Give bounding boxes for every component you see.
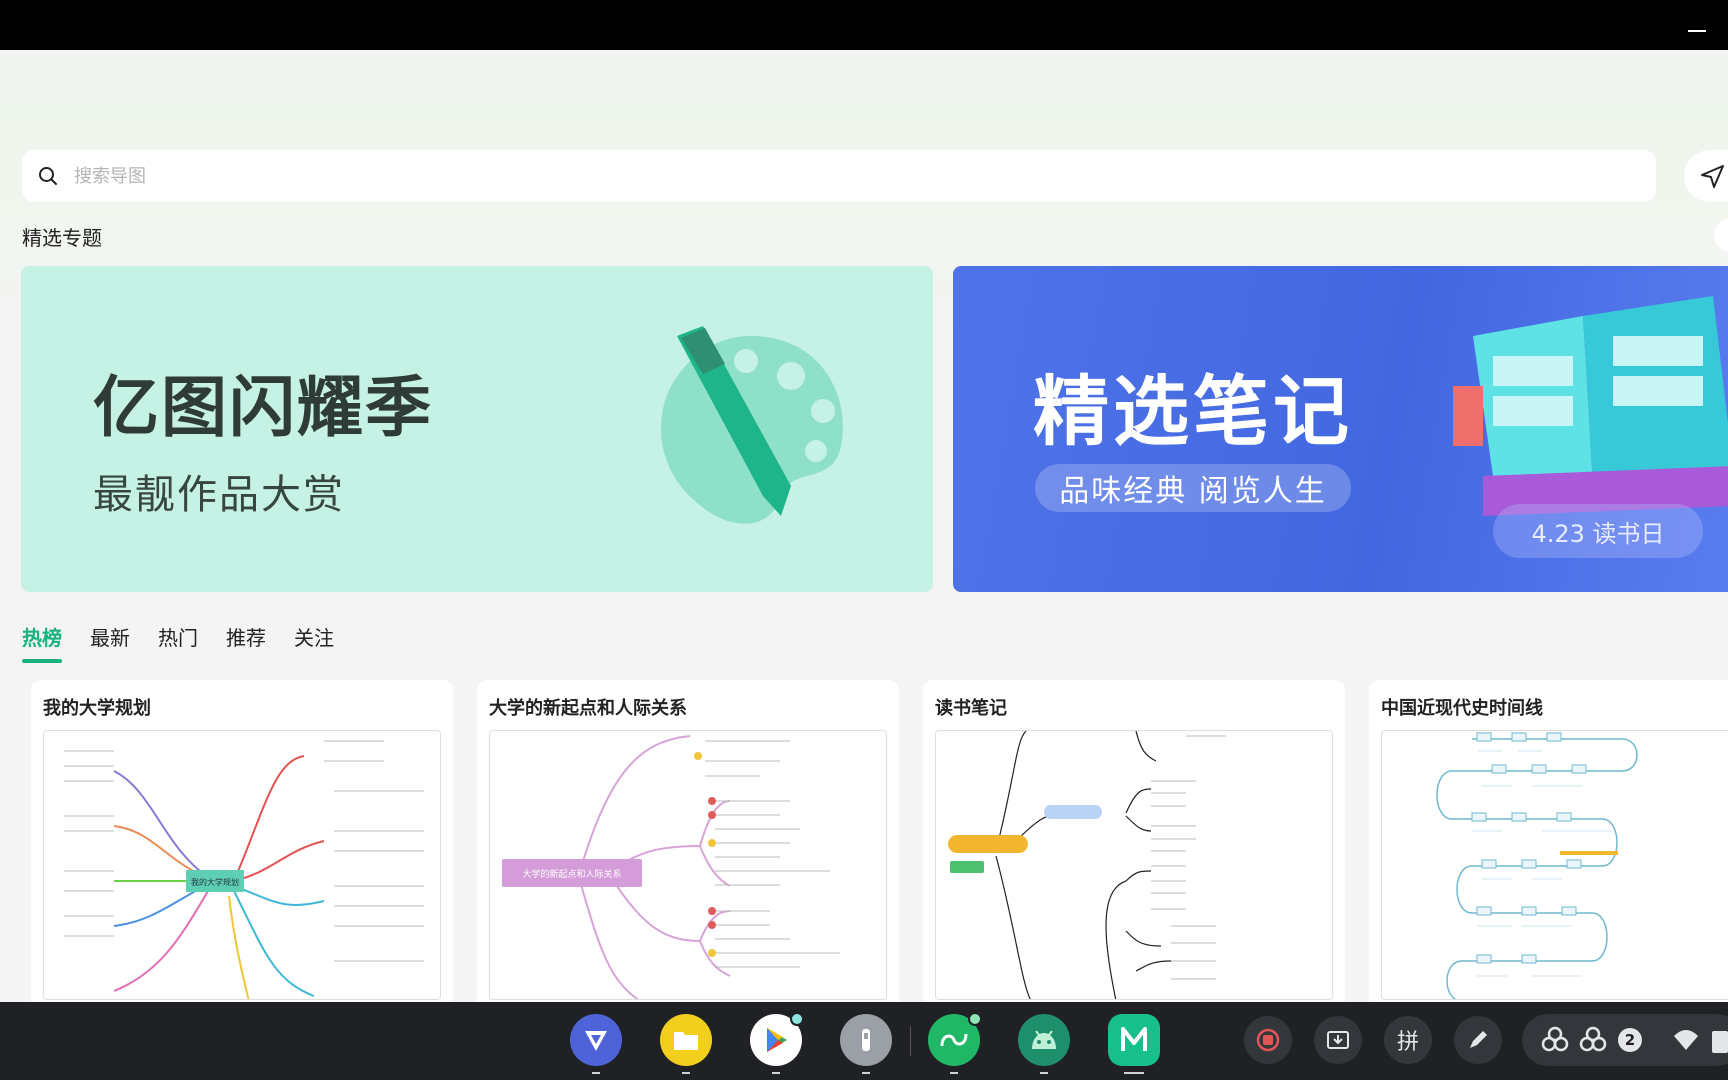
taskbar: 拼 2 [0, 1002, 1728, 1080]
feed-tabs: 热榜 最新 热门 推荐 关注 [22, 622, 334, 663]
screen-record-button[interactable] [1244, 1016, 1292, 1064]
mindmap-center-label: 我的大学规划 [191, 877, 239, 887]
mindmap-center-label: 大学的新起点和人际关系 [522, 868, 621, 880]
link-icon [1541, 1026, 1569, 1052]
tab-popular[interactable]: 热门 [158, 622, 198, 663]
flashlight-icon[interactable] [840, 1014, 892, 1074]
send-icon [1701, 165, 1724, 188]
section-title: 精选专题 [22, 226, 102, 250]
notification-count-badge: 2 [1618, 1028, 1642, 1052]
mindmap-thumbnail: 大学的新起点和人际关系 [489, 730, 887, 1000]
battery-icon [1712, 1031, 1728, 1053]
card-title: 我的大学规划 [43, 698, 151, 719]
link-icon [1579, 1026, 1607, 1052]
card-title: 读书笔记 [935, 698, 1007, 719]
taskbar-divider [910, 1026, 911, 1056]
banner-title: 精选笔记 [1033, 367, 1353, 456]
open-book-icon [1453, 296, 1728, 516]
banner-showcase[interactable]: 亿图闪耀季 最靓作品大赏 [21, 266, 933, 592]
search-input[interactable] [74, 165, 1574, 187]
mindmap-thumbnail [1381, 730, 1728, 1000]
send-button[interactable] [1684, 150, 1728, 202]
card-title: 中国近现代史时间线 [1381, 698, 1543, 719]
record-icon [1256, 1028, 1280, 1052]
mindmap-card[interactable]: 中国近现代史时间线 [1369, 680, 1728, 1002]
search-bar[interactable] [22, 150, 1656, 202]
capture-icon [1327, 1031, 1349, 1049]
tab-recommended[interactable]: 推荐 [226, 622, 266, 663]
minimize-icon[interactable] [1688, 30, 1706, 32]
input-method-label: 拼 [1396, 1030, 1419, 1055]
tab-hot[interactable]: 热榜 [22, 622, 62, 663]
mindmap-thumbnail: 我的大学规划 [43, 730, 441, 1000]
mindmap-card[interactable]: 我的大学规划 我的大学规划 [31, 680, 453, 1002]
input-method-button[interactable]: 拼 [1384, 1016, 1432, 1064]
tab-latest[interactable]: 最新 [90, 622, 130, 663]
mindmaster-icon[interactable] [1108, 1014, 1160, 1074]
search-icon [22, 150, 74, 202]
mindmap-card[interactable]: 大学的新起点和人际关系 大学的新起点和人际关系 [477, 680, 899, 1002]
edraw-icon[interactable] [570, 1014, 622, 1074]
palette-icon [661, 326, 843, 524]
stylus-button[interactable] [1454, 1016, 1502, 1064]
banner-title: 亿图闪耀季 [93, 369, 433, 446]
banner-pill: 品味经典 阅览人生 [1035, 464, 1351, 512]
more-topics-button[interactable] [1714, 218, 1728, 252]
android-icon[interactable] [1018, 1014, 1070, 1074]
loop-icon[interactable] [928, 1012, 982, 1074]
wifi-icon [1674, 1030, 1698, 1050]
mindmap-card[interactable]: 读书笔记 [923, 680, 1345, 1002]
screenshot-button[interactable] [1314, 1016, 1362, 1064]
pen-icon [1470, 1031, 1487, 1048]
card-title: 大学的新起点和人际关系 [489, 698, 687, 719]
window-title-bar [0, 0, 1728, 50]
files-icon[interactable] [660, 1014, 712, 1074]
banner-subtitle: 最靓作品大赏 [93, 472, 345, 518]
app-content: 精选专题 亿图闪耀季 最靓作品大赏 精选笔记 品味经典 阅览人生 4.23 读书 [0, 50, 1728, 1002]
mindmap-thumbnail [935, 730, 1333, 1000]
system-tray[interactable]: 2 [1522, 1014, 1728, 1066]
banner-date-badge: 4.23 读书日 [1493, 504, 1703, 558]
banner-notes[interactable]: 精选笔记 品味经典 阅览人生 4.23 读书日 [953, 266, 1728, 592]
play-store-icon[interactable] [750, 1012, 804, 1074]
tab-following[interactable]: 关注 [294, 622, 334, 663]
